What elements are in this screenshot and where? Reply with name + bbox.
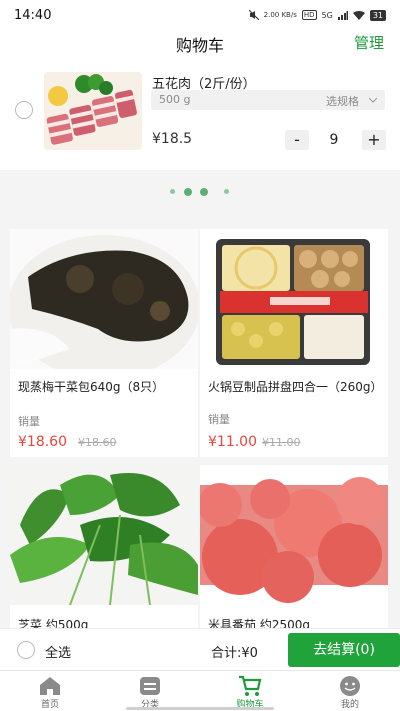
loading-dot [170,189,175,194]
status-icons: 2.00 KB/s HD 5G 31 [248,9,386,21]
cart-item: 五花肉（2斤/份） 500 g 选规格 ¥18.5 - 9 + [0,60,400,170]
steamed-bun-image [10,229,198,369]
checkout-button[interactable]: 去结算(0) [288,633,400,667]
tofu-platter-image [200,229,388,369]
product-thumbnail[interactable] [44,72,142,150]
status-bar: 14:40 2.00 KB/s HD 5G 31 [0,0,400,30]
card-original-price: ¥18.60 [78,436,117,449]
recommend-card[interactable]: 现蒸梅干菜包640g（8只） 销量 ¥18.60 ¥18.60 [10,229,198,457]
spec-select-label: 选规格 [326,95,359,108]
nav-bar: 购物车 管理 [0,30,400,60]
net-speed: 2.00 KB/s [263,11,297,19]
loading-indicator [168,186,238,198]
select-all-label[interactable]: 全选 [45,642,71,661]
decrease-quantity-button[interactable]: - [285,130,309,150]
chevron-down-icon [369,97,377,103]
recommend-card[interactable]: 芝菜 约500g [10,465,198,628]
tab-category[interactable]: 分类 [100,671,200,711]
tab-home[interactable]: 首页 [0,671,100,711]
home-icon [40,677,60,695]
tab-label: 首页 [40,700,59,710]
card-sold-label: 销量 [18,415,40,428]
quantity-value[interactable]: 9 [322,132,346,148]
cart-icon [239,675,262,696]
tab-profile[interactable]: 我的 [300,671,400,711]
greens-image [10,465,198,605]
card-title: 火锅豆制品拼盘四合一（260g） [208,380,383,394]
status-time: 14:40 [14,7,52,23]
category-icon [140,677,160,695]
loading-dot [200,188,208,196]
recommend-card[interactable]: 米具番茄 约2500g [200,465,388,628]
wifi-icon [352,10,365,20]
tab-cart[interactable]: 购物车 [200,671,300,711]
total-amount: 合计:¥0 [211,646,258,661]
tomato-image [200,465,388,605]
select-all-radio[interactable] [17,641,35,659]
spec-selector[interactable]: 500 g 选规格 [151,90,385,110]
increase-quantity-button[interactable]: + [362,130,386,150]
mute-icon [248,10,259,20]
home-indicator [126,707,274,710]
profile-icon [340,676,360,696]
card-title: 米具番茄 约2500g [208,618,310,628]
card-price: ¥18.60 [18,434,67,450]
pork-belly-image [44,72,142,150]
card-sold-label: 销量 [208,413,230,426]
card-price: ¥11.00 [208,434,257,450]
checkout-bar: 全选 合计:¥0 去结算(0) [0,628,400,670]
product-price: ¥18.5 [152,131,193,147]
tab-label: 我的 [340,700,359,710]
hd-badge: HD [301,10,317,20]
page-title: 购物车 [175,36,224,55]
loading-dot [184,188,192,196]
loading-dot [224,189,229,194]
card-original-price: ¥11.00 [262,436,301,449]
tab-bar: 首页 分类 购物车 我的 [0,670,400,711]
card-title: 现蒸梅干菜包640g（8只） [18,380,165,394]
card-title: 芝菜 约500g [18,618,89,628]
spec-value: 500 g [159,93,191,106]
manage-button[interactable]: 管理 [354,32,384,53]
battery-icon: 31 [369,9,386,21]
recommend-card[interactable]: 火锅豆制品拼盘四合一（260g） 销量 ¥11.00 ¥11.00 [200,229,388,457]
signal-5g: 5G [321,10,333,20]
signal-icon [337,10,348,20]
item-select-radio[interactable] [15,101,33,119]
